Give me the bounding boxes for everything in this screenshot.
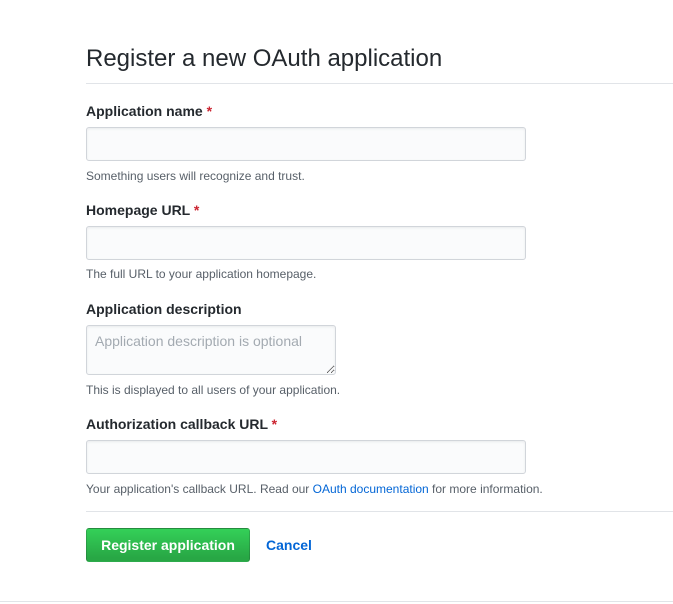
homepage-url-label: Homepage URL * — [86, 200, 199, 220]
callback-url-input[interactable] — [86, 440, 526, 474]
form-actions-divider — [86, 511, 673, 512]
homepage-url-input[interactable] — [86, 226, 526, 260]
app-name-note: Something users will recognize and trust… — [86, 169, 305, 183]
app-name-input[interactable] — [86, 127, 526, 161]
title-divider — [86, 83, 673, 84]
description-label: Application description — [86, 299, 242, 319]
required-marker: * — [271, 416, 278, 432]
description-note: This is displayed to all users of your a… — [86, 383, 341, 397]
callback-note-text-before: Your application's callback URL. Read ou… — [86, 482, 313, 496]
oauth-app-page: Register a new OAuth application Applica… — [0, 0, 673, 604]
cancel-link[interactable]: Cancel — [266, 536, 312, 554]
required-marker: * — [206, 103, 213, 119]
homepage-url-label-text: Homepage URL — [86, 202, 190, 218]
oauth-documentation-link[interactable]: OAuth documentation — [313, 482, 429, 496]
register-application-button[interactable]: Register application — [86, 528, 250, 562]
app-name-label: Application name * — [86, 101, 212, 121]
required-marker: * — [193, 202, 200, 218]
callback-url-label: Authorization callback URL * — [86, 414, 277, 434]
description-label-text: Application description — [86, 301, 242, 317]
callback-url-note: Your application's callback URL. Read ou… — [86, 481, 543, 497]
description-textarea[interactable] — [86, 325, 336, 375]
page-title: Register a new OAuth application — [86, 45, 443, 72]
callback-url-label-text: Authorization callback URL — [86, 416, 268, 432]
footer-divider — [0, 601, 673, 602]
callback-note-text-after: for more information. — [428, 482, 543, 496]
app-name-label-text: Application name — [86, 103, 203, 119]
homepage-url-note: The full URL to your application homepag… — [86, 267, 317, 281]
